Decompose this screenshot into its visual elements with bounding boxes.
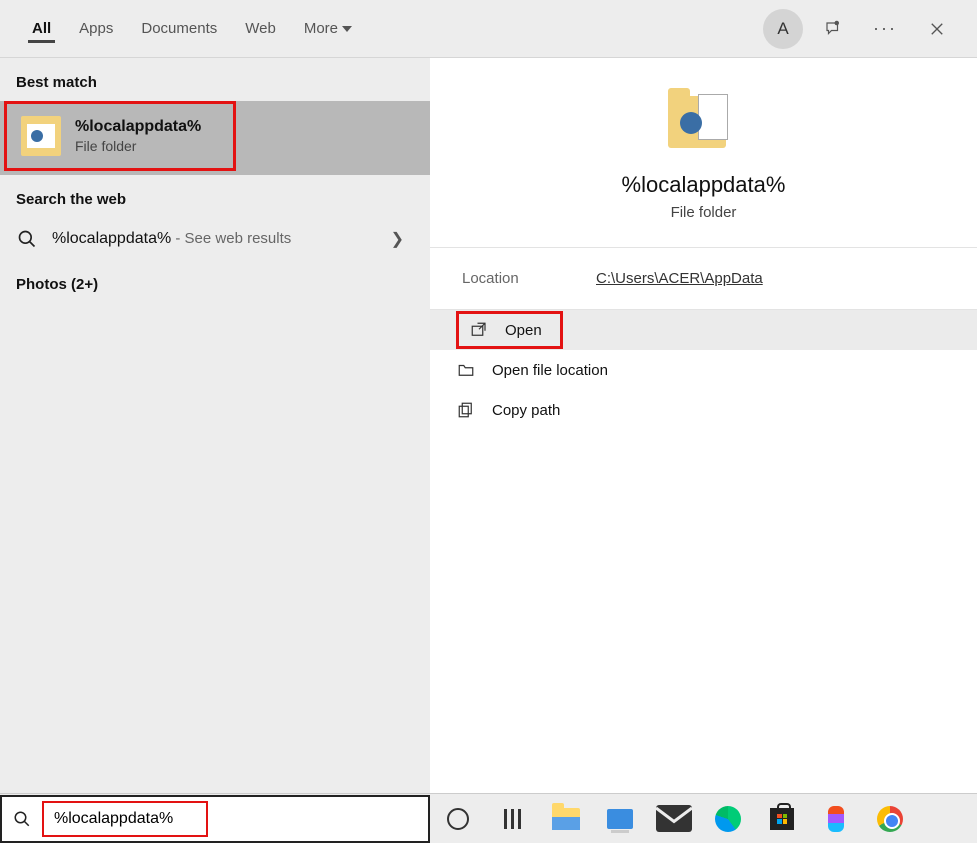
open-icon — [469, 320, 489, 340]
preview-pane: %localappdata% File folder Location C:\U… — [430, 58, 977, 793]
tab-more-label: More — [304, 20, 338, 37]
copy-icon — [456, 400, 476, 420]
web-suffix: - See web results — [171, 230, 291, 247]
preview-header: %localappdata% File folder — [430, 58, 977, 248]
best-match-subtitle: File folder — [75, 138, 201, 154]
chevron-right-icon: ❯ — [391, 229, 414, 249]
preview-actions: Open Open file location Copy path — [430, 310, 977, 430]
user-avatar[interactable]: A — [763, 9, 803, 49]
cortana-icon[interactable] — [440, 801, 476, 837]
chevron-down-icon — [342, 26, 352, 32]
tab-all[interactable]: All — [18, 6, 65, 51]
bottom-bar — [0, 793, 977, 843]
location-label: Location — [462, 270, 596, 287]
action-copy-path[interactable]: Copy path — [430, 390, 977, 430]
action-open-file-location[interactable]: Open file location — [430, 350, 977, 390]
folder-icon — [21, 116, 61, 156]
taskbar — [430, 795, 977, 843]
folder-large-icon — [668, 88, 740, 152]
preview-subtitle: File folder — [671, 204, 737, 221]
results-list: Best match %localappdata% File folder Se… — [0, 58, 430, 793]
action-open-location-label: Open file location — [492, 362, 608, 379]
windows-search-panel: All Apps Documents Web More A ··· Best m… — [0, 0, 977, 843]
preview-title: %localappdata% — [622, 172, 786, 198]
web-search-result[interactable]: %localappdata% - See web results ❯ — [0, 218, 430, 260]
tab-documents[interactable]: Documents — [127, 6, 231, 51]
search-icon — [2, 810, 42, 828]
edge-browser-icon[interactable] — [710, 801, 746, 837]
best-match-highlight: %localappdata% File folder — [4, 101, 236, 171]
search-scope-tabs: All Apps Documents Web More A ··· — [0, 0, 977, 58]
location-path[interactable]: C:\Users\ACER\AppData — [596, 270, 763, 287]
more-options-icon[interactable]: ··· — [863, 7, 907, 51]
mail-icon[interactable] — [656, 801, 692, 837]
section-best-match: Best match — [0, 58, 430, 101]
chrome-icon[interactable] — [872, 801, 908, 837]
file-explorer-icon[interactable] — [548, 801, 584, 837]
section-photos[interactable]: Photos (2+) — [0, 260, 430, 303]
search-input-highlight — [42, 801, 208, 837]
tab-web[interactable]: Web — [231, 6, 290, 51]
close-button[interactable] — [915, 7, 959, 51]
tab-apps[interactable]: Apps — [65, 6, 127, 51]
web-query: %localappdata% — [52, 230, 171, 247]
feedback-icon[interactable] — [811, 7, 855, 51]
tab-more[interactable]: More — [290, 6, 366, 51]
action-copy-path-label: Copy path — [492, 402, 560, 419]
figma-icon[interactable] — [818, 801, 854, 837]
microsoft-store-icon[interactable] — [764, 801, 800, 837]
action-open-label: Open — [505, 322, 542, 339]
results-split: Best match %localappdata% File folder Se… — [0, 58, 977, 793]
best-match-title: %localappdata% — [75, 118, 201, 136]
search-icon — [16, 228, 38, 250]
task-view-icon[interactable] — [494, 801, 530, 837]
search-input[interactable] — [52, 809, 198, 829]
folder-open-icon — [456, 360, 476, 380]
search-box[interactable] — [0, 795, 430, 843]
action-open[interactable]: Open — [430, 310, 977, 350]
location-row: Location C:\Users\ACER\AppData — [430, 248, 977, 310]
section-search-web: Search the web — [0, 175, 430, 218]
top-right-controls: A ··· — [763, 7, 959, 51]
best-match-result[interactable]: %localappdata% File folder — [0, 101, 430, 175]
monitor-app-icon[interactable] — [602, 801, 638, 837]
